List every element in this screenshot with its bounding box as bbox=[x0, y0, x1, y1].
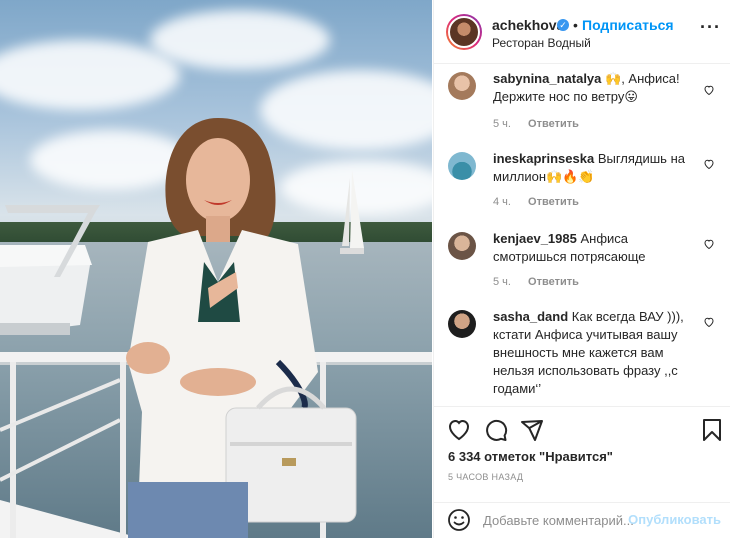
commenter-username[interactable]: sabynina_natalya bbox=[493, 71, 601, 86]
comment-icon[interactable] bbox=[484, 418, 508, 442]
reply-button[interactable]: Ответить bbox=[528, 118, 579, 130]
separator-dot: • bbox=[573, 17, 578, 33]
post-details-panel: achekhova ✓ • Подписаться Ресторан Водны… bbox=[433, 0, 730, 538]
comment-item: ineskaprinseska Выглядишь на миллион🙌🔥👏 … bbox=[434, 150, 730, 230]
post-photo[interactable] bbox=[0, 0, 432, 538]
reply-button[interactable]: Ответить bbox=[528, 276, 579, 288]
post-actions: 6 334 отметок "Нравится" 5 ЧАСОВ НАЗАД bbox=[434, 406, 730, 502]
reply-button[interactable]: Ответить bbox=[528, 196, 579, 208]
comment-time: 5 ч. bbox=[493, 276, 511, 288]
cloud bbox=[150, 10, 330, 70]
share-icon[interactable] bbox=[520, 418, 544, 442]
commenter-username[interactable]: ineskaprinseska bbox=[493, 151, 594, 166]
heart-icon[interactable] bbox=[447, 418, 471, 442]
commenter-username[interactable]: kenjaev_1985 bbox=[493, 231, 577, 246]
post-header: achekhova ✓ • Подписаться Ресторан Водны… bbox=[434, 0, 730, 64]
comment-item: sasha_dand Как всегда ВАУ ))), кстати Ан… bbox=[434, 308, 730, 406]
commenter-avatar[interactable] bbox=[448, 310, 476, 338]
heart-icon[interactable] bbox=[703, 316, 715, 328]
woman-figure bbox=[126, 118, 357, 538]
comment-input[interactable] bbox=[483, 509, 633, 531]
verified-icon: ✓ bbox=[557, 19, 569, 31]
post-location[interactable]: Ресторан Водный bbox=[492, 36, 591, 50]
commenter-avatar[interactable] bbox=[448, 232, 476, 260]
author-avatar[interactable] bbox=[446, 14, 482, 50]
cloud bbox=[0, 40, 180, 110]
comment-time: 4 ч. bbox=[493, 196, 511, 208]
comment-item: kenjaev_1985 Анфиса смотришься потрясающ… bbox=[434, 230, 730, 308]
comment-time: 5 ч. bbox=[493, 118, 511, 130]
commenter-username[interactable]: sasha_dand bbox=[493, 309, 568, 324]
follow-button[interactable]: Подписаться bbox=[582, 17, 674, 33]
heart-icon[interactable] bbox=[703, 84, 715, 96]
comment-item: sabynina_natalya 🙌, Анфиса! Держите нос … bbox=[434, 70, 730, 150]
post-time[interactable]: 5 ЧАСОВ НАЗАД bbox=[448, 472, 523, 482]
add-comment-bar: Опубликовать bbox=[434, 502, 730, 538]
likes-count[interactable]: 6 334 отметок "Нравится" bbox=[448, 449, 613, 464]
commenter-avatar[interactable] bbox=[448, 72, 476, 100]
comments-list[interactable]: sabynina_natalya 🙌, Анфиса! Держите нос … bbox=[434, 64, 730, 406]
publish-button[interactable]: Опубликовать bbox=[628, 512, 721, 527]
heart-icon[interactable] bbox=[703, 238, 715, 250]
author-username[interactable]: achekhova bbox=[492, 17, 564, 33]
emoji-icon[interactable] bbox=[447, 508, 471, 532]
more-icon[interactable]: ··· bbox=[700, 18, 721, 36]
yacht bbox=[0, 205, 100, 335]
bookmark-icon[interactable] bbox=[700, 418, 724, 442]
commenter-avatar[interactable] bbox=[448, 152, 476, 180]
heart-icon[interactable] bbox=[703, 158, 715, 170]
